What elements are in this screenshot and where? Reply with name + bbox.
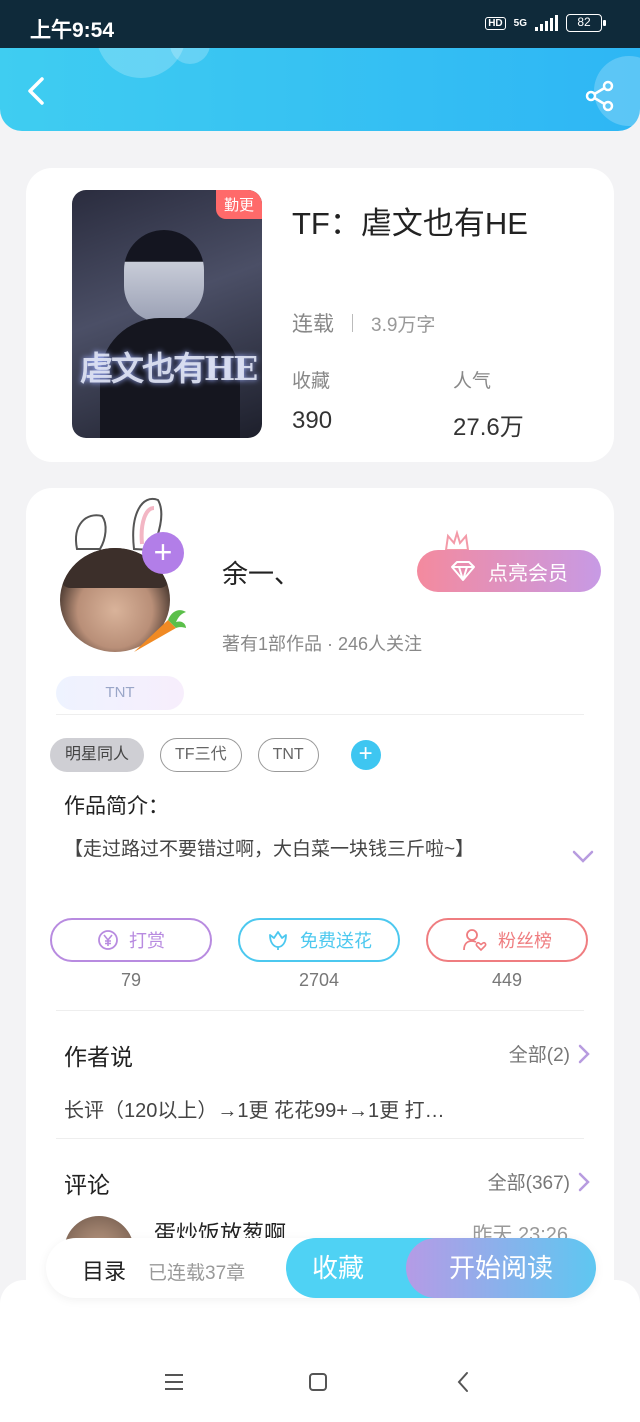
tip-label: 打赏 xyxy=(129,931,165,951)
author-says-more-label: 全部(2) xyxy=(508,1045,570,1066)
divider xyxy=(56,1010,584,1011)
stat-value: 390 xyxy=(292,407,333,434)
intro-heading: 作品简介： xyxy=(64,795,169,818)
update-badge: 勤更 xyxy=(215,190,262,219)
vip-label: 点亮会员 xyxy=(488,562,568,585)
book-info-card: 虐文也有HE 勤更 TF：虐文也有HE 连载 3.9万字 收藏 390 人气 2… xyxy=(26,168,614,462)
chevron-right-icon xyxy=(578,1044,590,1063)
diamond-icon xyxy=(451,561,475,581)
cover-title-art: 虐文也有HE xyxy=(80,349,258,388)
follow-button[interactable]: + xyxy=(142,532,184,574)
home-icon[interactable] xyxy=(306,1370,330,1394)
back-nav-icon[interactable] xyxy=(452,1370,476,1394)
stat-favorites: 收藏 390 xyxy=(292,366,332,435)
clock: 上午9:54 xyxy=(30,19,115,42)
send-flower-button[interactable]: 免费送花 xyxy=(238,918,400,962)
status-bar: 上午9:54 HD 5G 82 xyxy=(0,0,640,48)
stat-label: 收藏 xyxy=(292,371,331,392)
chevron-down-icon[interactable] xyxy=(572,850,594,864)
tag-list: 明星同人 TF三代 TNT + xyxy=(50,738,381,772)
fan-icon xyxy=(463,929,487,952)
fan-badge: TNT xyxy=(56,676,184,710)
start-reading-button[interactable]: 开始阅读 xyxy=(406,1238,596,1298)
book-cover[interactable]: 虐文也有HE 勤更 xyxy=(72,190,262,438)
author-name[interactable]: 余一、 xyxy=(222,554,300,591)
fan-ranking-button[interactable]: 粉丝榜 xyxy=(426,918,588,962)
flower-icon xyxy=(269,931,287,950)
back-icon[interactable] xyxy=(22,76,52,106)
menu-icon[interactable] xyxy=(162,1370,186,1394)
flower-count: 2704 xyxy=(298,970,340,990)
flower-label: 免费送花 xyxy=(300,931,372,951)
tip-button[interactable]: 打赏 xyxy=(50,918,212,962)
author-says-heading: 作者说 xyxy=(64,1044,133,1070)
divider xyxy=(56,714,584,715)
stat-popularity: 人气 27.6万 xyxy=(453,366,524,442)
fan-ranking-label: 粉丝榜 xyxy=(498,931,552,951)
stat-value: 27.6万 xyxy=(453,414,524,441)
share-icon[interactable] xyxy=(584,80,616,112)
book-status-row: 连载 3.9万字 xyxy=(292,308,435,338)
comments-heading: 评论 xyxy=(64,1172,110,1198)
cover-figure xyxy=(124,230,204,322)
book-title: TF：虐文也有HE xyxy=(292,206,528,241)
serial-status: 连载 xyxy=(292,313,334,336)
author-says-more[interactable]: 全部(2) xyxy=(509,1040,590,1067)
comments-more[interactable]: 全部(367) xyxy=(488,1168,590,1195)
author-meta: 著有1部作品 · 246人关注 xyxy=(222,634,423,654)
network-label: 5G xyxy=(513,17,527,29)
toc-button[interactable]: 目录 xyxy=(82,1254,126,1286)
tag-item[interactable]: 明星同人 xyxy=(50,738,145,772)
intro-text: 【走过路过不要错过啊，大白菜一块钱三斤啦~】 xyxy=(64,839,475,860)
vip-button[interactable]: 点亮会员 xyxy=(417,550,601,592)
system-nav-bar xyxy=(0,1360,640,1404)
chapter-count: 已连载37章 xyxy=(148,1263,246,1284)
carrot-icon xyxy=(134,610,186,652)
decor-bubble xyxy=(170,48,210,64)
tag-item[interactable]: TF三代 xyxy=(160,738,242,772)
word-count: 3.9万字 xyxy=(371,314,436,336)
chevron-right-icon xyxy=(578,1172,590,1191)
hd-icon: HD xyxy=(485,16,506,30)
comments-more-label: 全部(367) xyxy=(487,1173,570,1194)
crown-icon xyxy=(444,530,470,551)
fan-count: 449 xyxy=(491,970,523,990)
divider xyxy=(352,314,353,332)
divider xyxy=(56,1138,584,1139)
signal-icon xyxy=(535,15,558,31)
top-header xyxy=(0,48,640,131)
author-says-text[interactable]: 长评（120以上）→1更 花花99+→1更 打… xyxy=(64,1094,445,1123)
tip-count: 79 xyxy=(120,970,142,990)
add-tag-button[interactable]: + xyxy=(350,740,381,770)
tag-item[interactable]: TNT xyxy=(257,738,319,772)
yen-icon xyxy=(98,930,118,950)
battery-icon: 82 xyxy=(566,14,606,32)
status-icons: HD 5G 82 xyxy=(485,14,606,32)
stat-label: 人气 xyxy=(453,371,492,392)
